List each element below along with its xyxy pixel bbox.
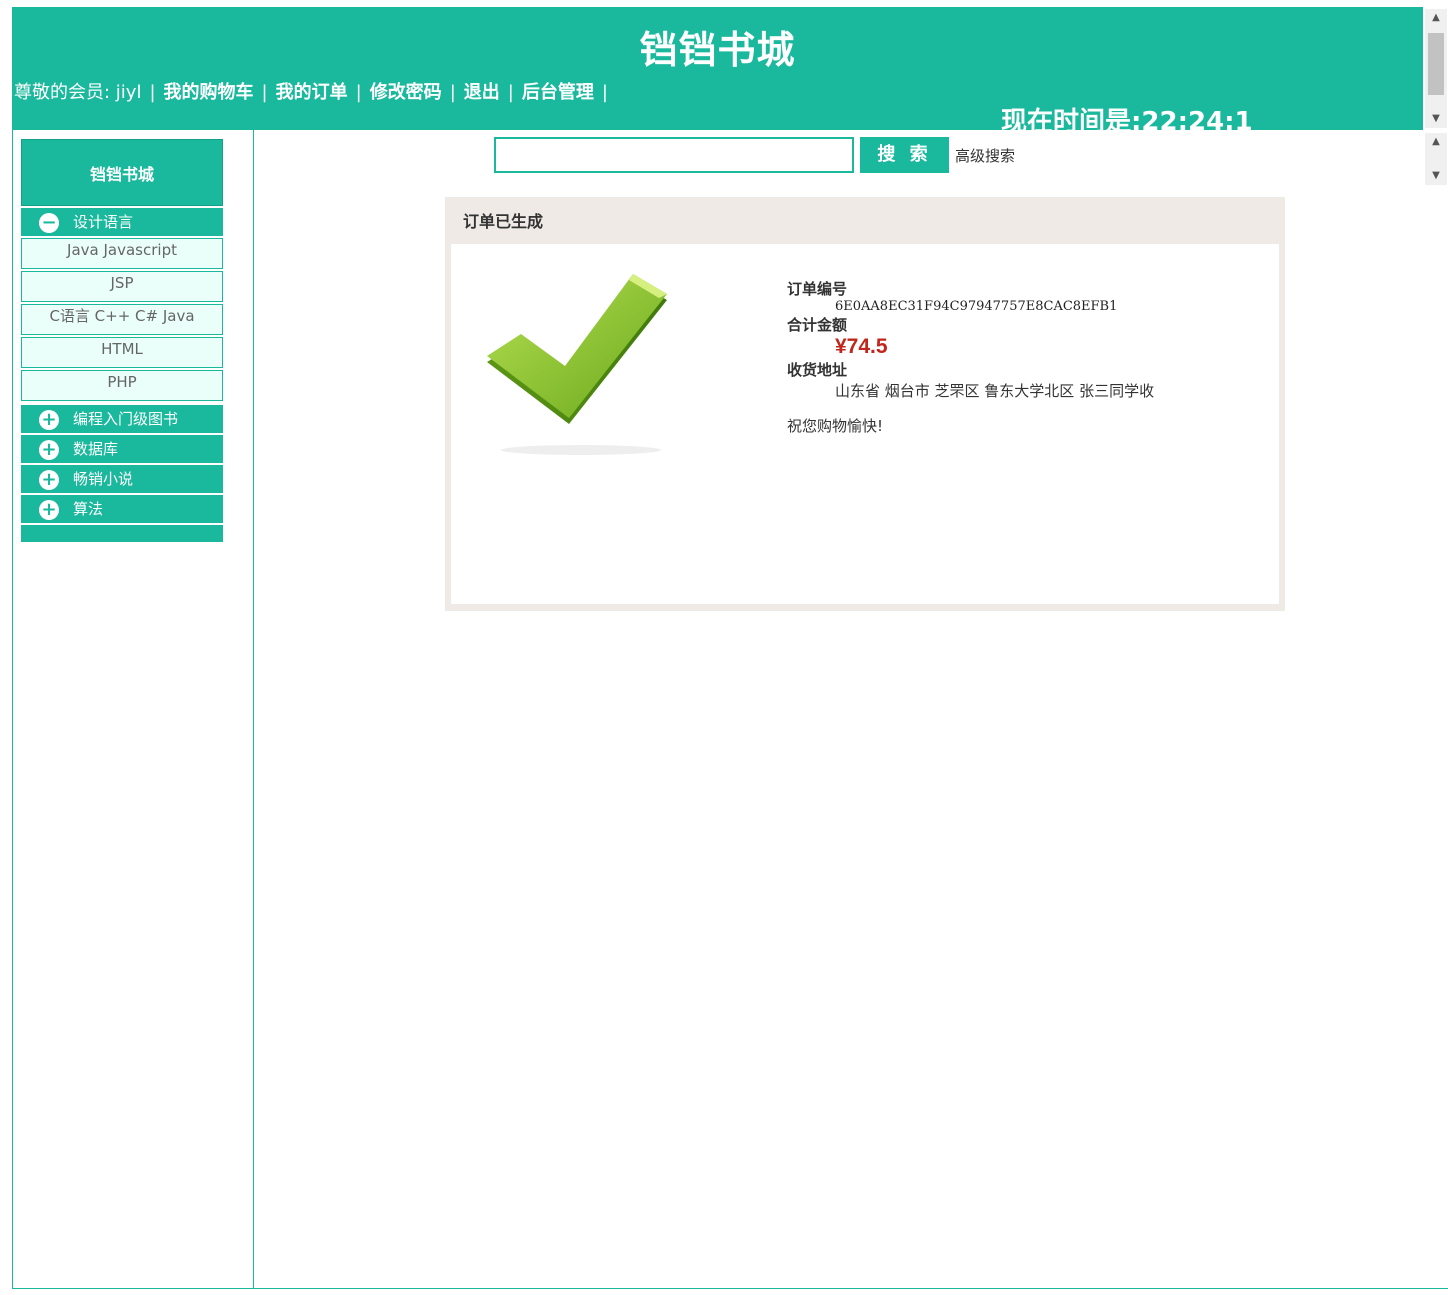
nav-orders-link[interactable]: 我的订单 [276, 82, 348, 103]
member-greeting: 尊敬的会员: jiyl [14, 82, 142, 103]
address-label: 收货地址 [787, 361, 848, 379]
category-bestselling-novels[interactable]: + 畅销小说 [21, 463, 223, 493]
minus-circle-icon[interactable]: − [39, 213, 59, 233]
category-databases[interactable]: + 数据库 [21, 433, 223, 463]
current-time: 现在时间是:22:24:1 [1001, 107, 1253, 137]
order-confirmation-panel: 订单已生成 订单编号 6E0AA8EC31F94C97947757E8CAC8E… [445, 197, 1285, 611]
scroll-down-icon[interactable]: ▼ [1425, 110, 1447, 128]
subcategory-item[interactable]: HTML [21, 337, 223, 368]
nav-cart-link[interactable]: 我的购物车 [164, 82, 254, 103]
category-menu: 铛铛书城 − 设计语言 Java Javascript JSP C语言 C++ … [21, 139, 223, 542]
order-number-label: 订单编号 [787, 280, 848, 298]
site-title: 铛铛书城 [639, 28, 796, 72]
subcategory-item[interactable]: JSP [21, 271, 223, 302]
user-nav: 尊敬的会员: jiyl | 我的购物车 | 我的订单 | 修改密码 | 退出 | 后台管理 | [14, 82, 608, 103]
scrollbar-thumb[interactable] [1428, 33, 1444, 95]
plus-circle-icon[interactable]: + [39, 410, 59, 430]
scroll-down-icon[interactable]: ▼ [1425, 167, 1447, 185]
advanced-search-link[interactable]: 高级搜索 [955, 145, 1015, 166]
shipping-address: 山东省 烟台市 芝罘区 鲁东大学北区 张三同学收 [835, 382, 1155, 400]
order-number: 6E0AA8EC31F94C97947757E8CAC8EFB1 [835, 299, 1118, 314]
search-button[interactable]: 搜 索 [860, 137, 949, 173]
plus-circle-icon[interactable]: + [39, 440, 59, 460]
scroll-up-icon[interactable]: ▲ [1425, 9, 1447, 27]
order-total: ¥74.5 [835, 335, 888, 358]
plus-circle-icon[interactable]: + [39, 500, 59, 520]
panel-body: 订单编号 6E0AA8EC31F94C97947757E8CAC8EFB1 合计… [451, 244, 1279, 604]
category-algorithms[interactable]: + 算法 [21, 493, 223, 523]
header: 铛铛书城 尊敬的会员: jiyl | 我的购物车 | 我的订单 | 修改密码 | 退出 | 后台管理… [12, 7, 1423, 137]
nav-logout-link[interactable]: 退出 [464, 82, 500, 103]
order-details: 订单编号 6E0AA8EC31F94C97947757E8CAC8EFB1 合计… [787, 278, 1154, 436]
nav-admin-link[interactable]: 后台管理 [522, 82, 594, 103]
header-scrollbar[interactable]: ▲ ▼ [1425, 9, 1447, 128]
panel-title: 订单已生成 [463, 212, 544, 231]
subcategory-item[interactable]: Java Javascript [21, 238, 223, 269]
subcategory-item[interactable]: C语言 C++ C# Java [21, 304, 223, 335]
menu-footer [21, 523, 223, 542]
subcategory-item[interactable]: PHP [21, 370, 223, 401]
menu-title: 铛铛书城 [21, 139, 223, 206]
plus-circle-icon[interactable]: + [39, 470, 59, 490]
search-input[interactable] [494, 137, 854, 173]
category-beginner-books[interactable]: + 编程入门级图书 [21, 403, 223, 433]
nav-change-password-link[interactable]: 修改密码 [370, 82, 442, 103]
sidebar-divider [253, 130, 254, 1289]
total-label: 合计金额 [787, 316, 848, 334]
checkmark-icon [481, 272, 681, 462]
closing-message: 祝您购物愉快! [787, 417, 884, 435]
search-scrollbar[interactable]: ▲ ▼ [1425, 133, 1447, 185]
category-design-languages[interactable]: − 设计语言 [21, 206, 223, 236]
scroll-up-icon[interactable]: ▲ [1425, 133, 1447, 151]
